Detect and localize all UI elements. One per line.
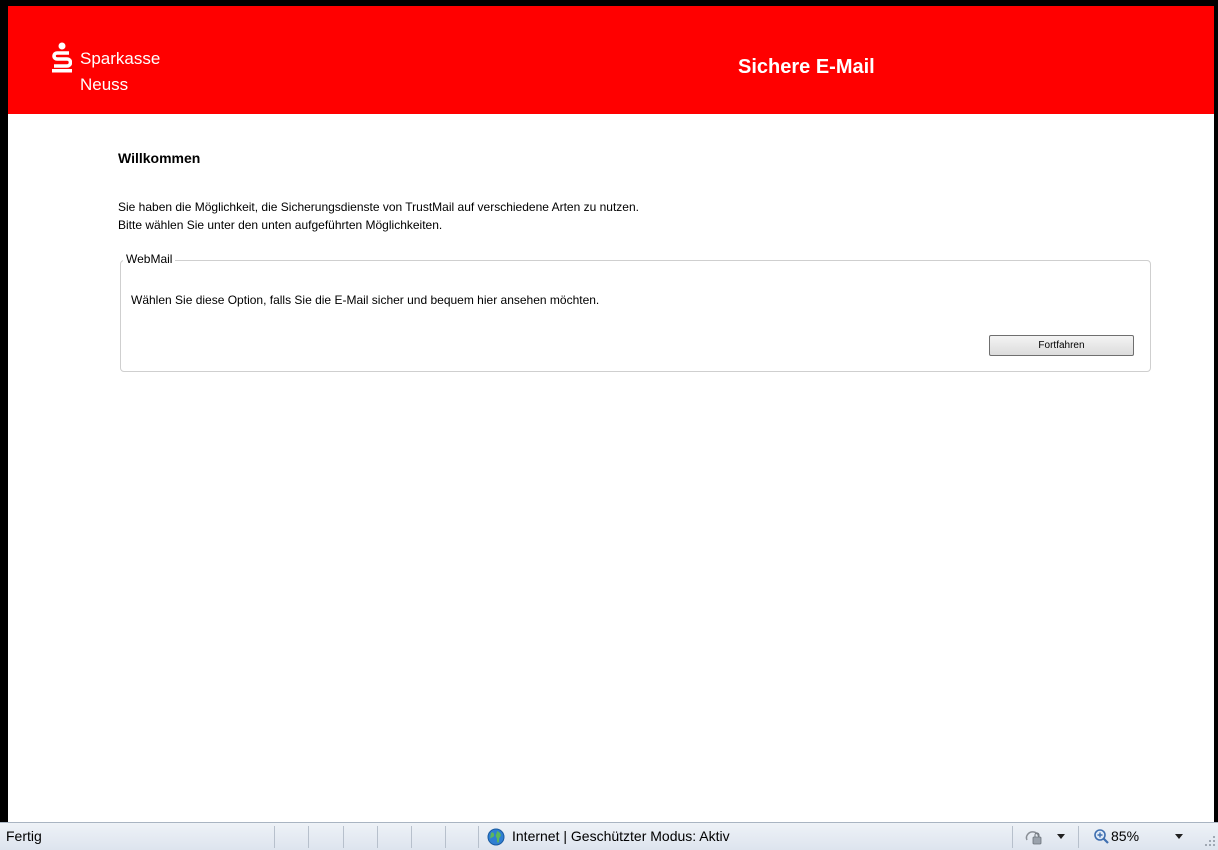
status-separator: [411, 826, 412, 848]
continue-button[interactable]: Fortfahren: [989, 335, 1134, 356]
chevron-down-icon[interactable]: [1056, 832, 1066, 840]
globe-icon: [487, 828, 505, 846]
status-separator: [377, 826, 378, 848]
zoom-icon[interactable]: [1093, 828, 1109, 844]
zoom-level[interactable]: 85%: [1111, 828, 1139, 844]
webmail-option-box: WebMail Wählen Sie diese Option, falls S…: [120, 252, 1151, 372]
chevron-down-icon[interactable]: [1174, 832, 1184, 840]
status-separator: [445, 826, 446, 848]
status-separator: [343, 826, 344, 848]
browser-window: Sparkasse Neuss Sichere E-Mail Willkomme…: [0, 0, 1218, 850]
status-separator: [308, 826, 309, 848]
logo-text-neuss: Neuss: [80, 75, 129, 94]
header-title: Sichere E-Mail: [738, 56, 875, 78]
sparkasse-logo: Sparkasse Neuss: [52, 42, 192, 98]
page-header: Sparkasse Neuss Sichere E-Mail: [8, 6, 1214, 114]
status-bar: Fertig Internet | Geschützter Modus: Akt…: [0, 822, 1218, 850]
webmail-description: Wählen Sie diese Option, falls Sie die E…: [131, 293, 600, 307]
resize-grip-icon[interactable]: [1204, 835, 1216, 847]
page-title: Willkommen: [118, 150, 201, 166]
webmail-legend: WebMail: [123, 252, 176, 266]
intro-text-line-2: Bitte wählen Sie unter den unten aufgefü…: [118, 218, 443, 232]
security-zone-text[interactable]: Internet | Geschützter Modus: Aktiv: [512, 828, 730, 844]
window-border-right: [1214, 0, 1218, 822]
status-separator: [274, 826, 275, 848]
status-separator: [478, 826, 479, 848]
protected-mode-icon[interactable]: [1024, 828, 1044, 846]
main-content: Willkommen Sie haben die Möglichkeit, di…: [8, 114, 1214, 822]
logo-text-sparkasse: Sparkasse: [80, 49, 161, 68]
window-border-left: [0, 0, 8, 822]
status-text: Fertig: [6, 828, 42, 844]
intro-text-line-1: Sie haben die Möglichkeit, die Sicherung…: [118, 200, 639, 214]
sparkasse-logo-icon: [52, 42, 72, 73]
status-separator: [1078, 826, 1079, 848]
status-separator: [1012, 826, 1013, 848]
